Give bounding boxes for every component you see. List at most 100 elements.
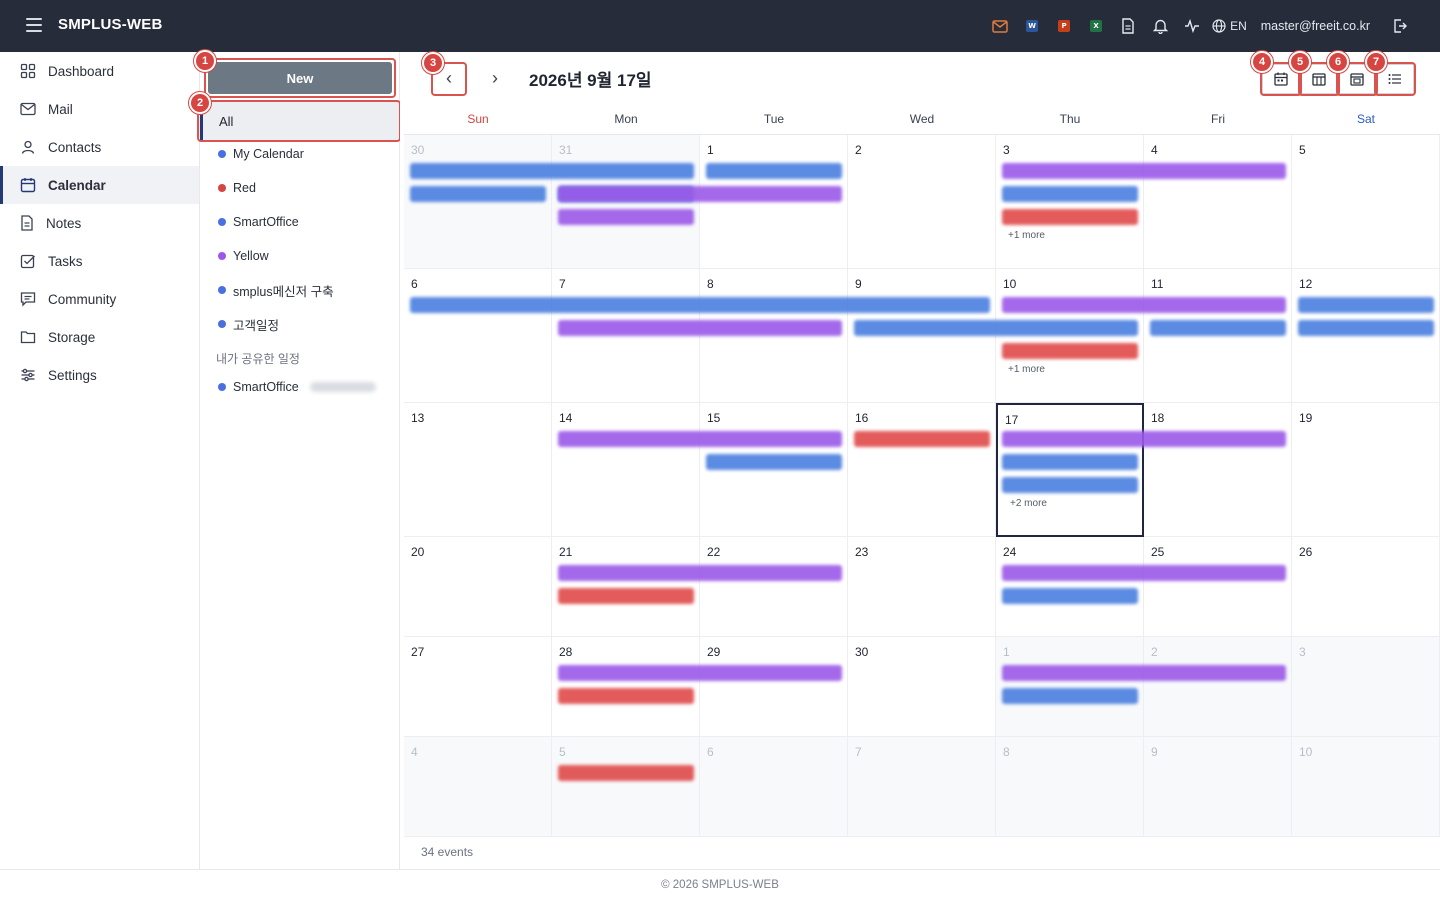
- sidebar-item-calendar[interactable]: Calendar: [0, 166, 199, 204]
- calendar-event[interactable]: [1002, 209, 1138, 225]
- shared-calendar-item-smartoffice[interactable]: SmartOffice: [218, 377, 376, 397]
- menu-icon[interactable]: [26, 18, 42, 32]
- sidebar-item-mail[interactable]: Mail: [0, 90, 199, 128]
- calendar-event[interactable]: [1002, 163, 1286, 179]
- calendar-event[interactable]: [1150, 320, 1286, 336]
- day-cell[interactable]: 9: [848, 269, 996, 403]
- day-cell[interactable]: 18: [1144, 403, 1292, 537]
- calendar-event[interactable]: [558, 565, 842, 581]
- user-email[interactable]: master@freeit.co.kr: [1261, 19, 1370, 33]
- mail-icon[interactable]: [984, 10, 1016, 42]
- day-cell[interactable]: 8: [700, 269, 848, 403]
- day-cell[interactable]: 4: [1144, 135, 1292, 269]
- day-cell[interactable]: 10 +1 more: [996, 269, 1144, 403]
- calendar-event[interactable]: [558, 209, 694, 225]
- day-cell[interactable]: 27: [404, 637, 552, 737]
- calendar-event[interactable]: [1002, 186, 1138, 202]
- more-events-link[interactable]: +1 more: [1008, 364, 1045, 375]
- day-cell[interactable]: 29: [700, 637, 848, 737]
- calendar-event[interactable]: [1002, 454, 1138, 470]
- day-cell[interactable]: 7: [552, 269, 700, 403]
- calendar-event[interactable]: [854, 431, 990, 447]
- more-events-link[interactable]: +1 more: [1008, 230, 1045, 241]
- day-cell[interactable]: 6: [700, 737, 848, 837]
- language-selector[interactable]: EN: [1212, 19, 1247, 33]
- calendar-event[interactable]: [1298, 320, 1434, 336]
- calendar-item-messenger[interactable]: smplus메신저 구축: [218, 280, 334, 300]
- calendar-event[interactable]: [410, 297, 990, 313]
- bell-icon[interactable]: [1144, 10, 1176, 42]
- calendar-event[interactable]: [558, 431, 842, 447]
- calendar-event[interactable]: [410, 186, 546, 202]
- calendar-item-yellow[interactable]: Yellow: [218, 246, 269, 266]
- day-cell[interactable]: 1: [996, 637, 1144, 737]
- sidebar-item-tasks[interactable]: Tasks: [0, 242, 199, 280]
- day-cell[interactable]: 23: [848, 537, 996, 637]
- day-cell[interactable]: 28: [552, 637, 700, 737]
- new-event-button[interactable]: New: [208, 62, 392, 94]
- calendar-event[interactable]: [1002, 688, 1138, 704]
- day-cell-today[interactable]: 17 +2 more: [996, 403, 1144, 537]
- day-cell[interactable]: 6: [404, 269, 552, 403]
- excel-icon[interactable]: X: [1080, 10, 1112, 42]
- day-cell[interactable]: 26: [1292, 537, 1440, 637]
- day-cell[interactable]: 30: [848, 637, 996, 737]
- day-cell[interactable]: 21: [552, 537, 700, 637]
- next-month-button[interactable]: ›: [479, 62, 511, 94]
- day-cell[interactable]: 5: [552, 737, 700, 837]
- calendar-event[interactable]: [1002, 588, 1138, 604]
- day-cell[interactable]: 13: [404, 403, 552, 537]
- sidebar-item-notes[interactable]: Notes: [0, 204, 199, 242]
- calendar-event[interactable]: [558, 688, 694, 704]
- calendar-event[interactable]: [1002, 297, 1286, 313]
- day-cell[interactable]: 8: [996, 737, 1144, 837]
- sidebar-item-dashboard[interactable]: Dashboard: [0, 52, 199, 90]
- calendar-item-smartoffice[interactable]: SmartOffice: [218, 212, 299, 232]
- day-cell[interactable]: 22: [700, 537, 848, 637]
- document-icon[interactable]: [1112, 10, 1144, 42]
- day-cell[interactable]: 2: [848, 135, 996, 269]
- word-icon[interactable]: W: [1016, 10, 1048, 42]
- logout-icon[interactable]: [1384, 10, 1416, 42]
- day-cell[interactable]: 1: [700, 135, 848, 269]
- day-cell[interactable]: 10: [1292, 737, 1440, 837]
- sidebar-item-community[interactable]: Community: [0, 280, 199, 318]
- day-cell[interactable]: 15: [700, 403, 848, 537]
- calendar-event[interactable]: [854, 320, 1138, 336]
- calendar-event[interactable]: [558, 765, 694, 781]
- day-cell[interactable]: 9: [1144, 737, 1292, 837]
- powerpoint-icon[interactable]: P: [1048, 10, 1080, 42]
- calendar-item-my-calendar[interactable]: My Calendar: [218, 144, 304, 164]
- activity-icon[interactable]: [1176, 10, 1208, 42]
- day-cell[interactable]: 3: [1292, 637, 1440, 737]
- day-cell[interactable]: 31: [552, 135, 700, 269]
- calendar-event[interactable]: [706, 454, 842, 470]
- calendar-event[interactable]: [558, 186, 842, 202]
- day-cell[interactable]: 14: [552, 403, 700, 537]
- calendar-event[interactable]: [1298, 297, 1434, 313]
- day-cell[interactable]: 30: [404, 135, 552, 269]
- day-cell[interactable]: 19: [1292, 403, 1440, 537]
- sidebar-item-contacts[interactable]: Contacts: [0, 128, 199, 166]
- calendar-event[interactable]: [410, 163, 694, 179]
- calendar-event[interactable]: [558, 665, 842, 681]
- day-cell[interactable]: 16: [848, 403, 996, 537]
- sidebar-item-storage[interactable]: Storage: [0, 318, 199, 356]
- more-events-link[interactable]: +2 more: [1010, 498, 1047, 509]
- day-cell[interactable]: 4: [404, 737, 552, 837]
- calendar-event[interactable]: [1002, 431, 1286, 447]
- day-cell[interactable]: 24: [996, 537, 1144, 637]
- day-cell[interactable]: 3 +1 more: [996, 135, 1144, 269]
- day-cell[interactable]: 12: [1292, 269, 1440, 403]
- day-cell[interactable]: 25: [1144, 537, 1292, 637]
- calendar-event[interactable]: [1002, 565, 1286, 581]
- calendar-event[interactable]: [1002, 477, 1138, 493]
- calendar-event[interactable]: [558, 320, 842, 336]
- calendar-event[interactable]: [558, 588, 694, 604]
- day-cell[interactable]: 20: [404, 537, 552, 637]
- day-cell[interactable]: 2: [1144, 637, 1292, 737]
- calendar-item-red[interactable]: Red: [218, 178, 256, 198]
- calendar-event[interactable]: [1002, 665, 1286, 681]
- calendar-item-customer[interactable]: 고객일정: [218, 314, 279, 334]
- calendar-filter-all[interactable]: All: [200, 102, 400, 140]
